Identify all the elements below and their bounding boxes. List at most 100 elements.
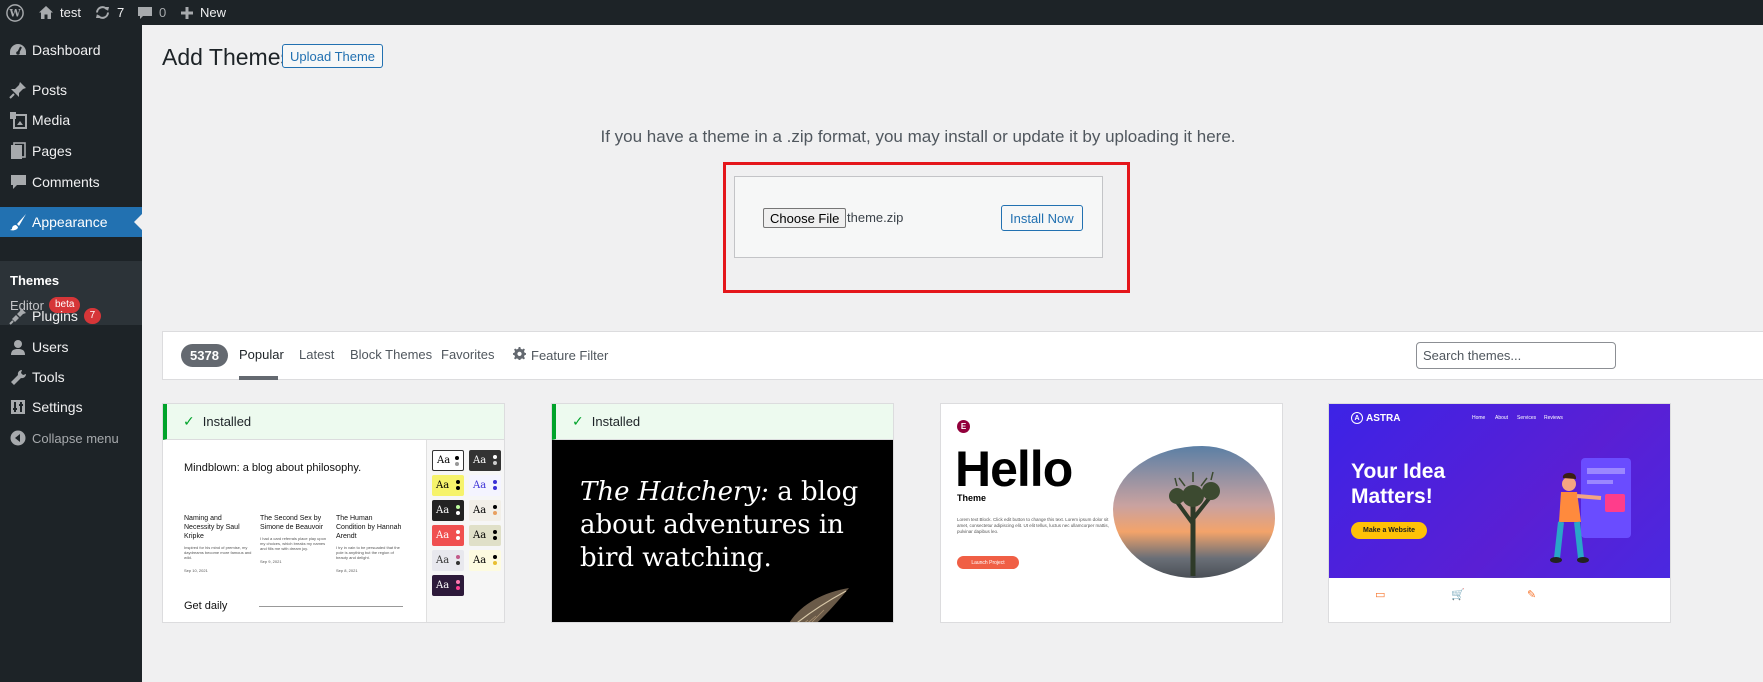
installed-label: Installed bbox=[591, 414, 641, 429]
new-content-link[interactable]: New bbox=[180, 0, 226, 25]
gear-icon bbox=[513, 347, 526, 363]
style-swatch: Aa bbox=[432, 450, 464, 471]
upload-theme-button[interactable]: Upload Theme bbox=[282, 44, 384, 68]
search-themes-input[interactable] bbox=[1416, 342, 1616, 369]
preview-footer-text: Get daily bbox=[184, 600, 228, 612]
tab-popular[interactable]: Popular bbox=[239, 347, 284, 362]
collapse-icon bbox=[8, 428, 28, 448]
page-title: Add Themes bbox=[162, 44, 292, 70]
upload-help-text: If you have a theme in a .zip format, yo… bbox=[600, 127, 1236, 146]
checkmark-icon: ✓ bbox=[183, 413, 195, 429]
theme-count-badge: 5378 bbox=[181, 344, 228, 367]
headline-line: Matters! bbox=[1351, 485, 1433, 508]
feature-filter-button[interactable]: Feature Filter bbox=[513, 347, 608, 363]
theme-card[interactable]: ✓ Installed The Hatchery: a blog about a… bbox=[551, 403, 894, 623]
pin-icon bbox=[8, 80, 28, 100]
submenu-item-label: Themes bbox=[10, 273, 60, 288]
plugins-update-count: 7 bbox=[83, 308, 101, 324]
settings-icon bbox=[8, 397, 28, 417]
sidebar-item-label: Appearance bbox=[32, 214, 108, 230]
sidebar-item-label: Plugins bbox=[32, 308, 78, 324]
upload-help-container: If you have a theme in a .zip format, yo… bbox=[0, 127, 1763, 147]
installed-notice: ✓ Installed bbox=[163, 404, 504, 440]
collapse-menu-label: Collapse menu bbox=[32, 430, 119, 446]
updates-link[interactable]: 7 bbox=[94, 0, 124, 25]
checkmark-icon: ✓ bbox=[572, 413, 584, 429]
theme-preview-title: Hello bbox=[955, 441, 1073, 497]
preview-post-excerpt: Inspired for his mind of premise, my day… bbox=[184, 545, 252, 560]
comments-count: 0 bbox=[159, 5, 167, 20]
admin-bar: W test 7 0 New bbox=[0, 0, 1763, 25]
style-swatch: Aa bbox=[432, 475, 464, 496]
tab-block-themes[interactable]: Block Themes bbox=[350, 347, 432, 362]
wordpress-logo-icon[interactable]: W bbox=[6, 0, 24, 25]
admin-sidebar: Dashboard Posts Media Pages Comments App… bbox=[0, 25, 142, 682]
comments-link[interactable]: 0 bbox=[137, 0, 166, 25]
tab-favorites[interactable]: Favorites bbox=[441, 347, 494, 362]
feather-icon bbox=[789, 588, 849, 622]
style-swatch: Aa bbox=[469, 525, 501, 546]
theme-card[interactable]: E Hello Theme Lorem text Block. Click ed… bbox=[940, 403, 1283, 623]
collapse-menu-button[interactable]: Collapse menu bbox=[0, 423, 142, 453]
preview-post-title: Naming and Necessity by Saul Kripke bbox=[184, 515, 240, 540]
preview-nav-item: Services bbox=[1517, 415, 1537, 421]
store-icon: ▭ bbox=[1375, 589, 1386, 601]
site-name-link[interactable]: test bbox=[38, 0, 81, 25]
feature-filter-label: Feature Filter bbox=[531, 347, 609, 363]
theme-preview-title: The Hatchery: a blog about adventures in… bbox=[580, 476, 880, 575]
style-swatch: Aa bbox=[469, 475, 501, 496]
preview-post: Naming and Necessity by Saul Kripke Insp… bbox=[184, 514, 252, 575]
brush-icon bbox=[8, 212, 28, 232]
preview-post-title: The Human Condition by Hannah Arendt bbox=[336, 515, 402, 540]
preview-post-excerpt: I had a card referrals place play upon m… bbox=[260, 536, 327, 551]
preview-post-title: The Second Sex by Simone de Beauvoir bbox=[260, 515, 324, 531]
theme-filter-bar: 5378 Popular Latest Block Themes Favorit… bbox=[162, 331, 1763, 380]
sidebar-item-users[interactable]: Users bbox=[0, 332, 142, 362]
style-swatch: Aa bbox=[432, 525, 464, 546]
headline-line: Your Idea bbox=[1351, 460, 1446, 483]
sidebar-item-posts[interactable]: Posts bbox=[0, 75, 142, 105]
users-icon bbox=[8, 337, 28, 357]
sidebar-item-comments[interactable]: Comments bbox=[0, 167, 142, 197]
wrench-icon bbox=[8, 367, 28, 387]
theme-card[interactable]: ✓ Installed Mindblown: a blog about phil… bbox=[162, 403, 505, 623]
installed-label: Installed bbox=[202, 414, 252, 429]
cactus-plant-icon bbox=[1169, 471, 1220, 576]
sidebar-item-plugins[interactable]: Plugins 7 bbox=[0, 301, 142, 331]
person-illustration-icon bbox=[1550, 458, 1631, 563]
preview-post-date: Sep 8, 2021 bbox=[336, 568, 358, 573]
theme-preview-subtitle: Theme bbox=[957, 493, 987, 503]
cart-icon: 🛒 bbox=[1451, 589, 1465, 601]
theme-card[interactable]: A ASTRA Home About Services Reviews Your… bbox=[1328, 403, 1671, 623]
preview-nav-item: About bbox=[1495, 415, 1509, 421]
preview-nav-item: Home bbox=[1472, 415, 1486, 421]
sidebar-item-dashboard[interactable]: Dashboard bbox=[0, 35, 142, 65]
preview-post: The Second Sex by Simone de Beauvoir I h… bbox=[260, 514, 328, 566]
elementor-logo-icon: E bbox=[957, 420, 970, 433]
comment-icon bbox=[137, 6, 153, 20]
style-swatch: Aa bbox=[469, 550, 501, 571]
preview-divider bbox=[259, 606, 403, 607]
home-icon bbox=[38, 5, 54, 20]
updates-count: 7 bbox=[117, 5, 125, 20]
preview-post-excerpt: I try in vain to be persuaded that the p… bbox=[336, 545, 400, 560]
astra-brand-name: ASTRA bbox=[1366, 412, 1401, 424]
style-swatch: Aa bbox=[432, 550, 464, 571]
highlight-annotation-box bbox=[723, 162, 1130, 293]
preview-post: The Human Condition by Hannah Arendt I t… bbox=[336, 514, 404, 575]
sidebar-item-label: Settings bbox=[32, 399, 83, 415]
updates-icon bbox=[94, 5, 111, 20]
svg-text:W: W bbox=[8, 8, 21, 19]
tab-latest[interactable]: Latest bbox=[299, 347, 334, 362]
sidebar-item-settings[interactable]: Settings bbox=[0, 392, 142, 422]
edit-icon: ✎ bbox=[1527, 589, 1537, 601]
preview-nav-item: Reviews bbox=[1544, 415, 1563, 421]
current-menu-arrow bbox=[134, 214, 142, 230]
preview-post-date: Sep 9, 2021 bbox=[260, 559, 282, 564]
sidebar-item-label: Tools bbox=[32, 369, 65, 385]
plus-icon bbox=[180, 6, 194, 20]
new-label: New bbox=[200, 5, 227, 20]
sidebar-item-tools[interactable]: Tools bbox=[0, 362, 142, 392]
sidebar-item-appearance[interactable]: Appearance bbox=[0, 207, 142, 237]
submenu-item-themes[interactable]: Themes bbox=[10, 273, 59, 288]
